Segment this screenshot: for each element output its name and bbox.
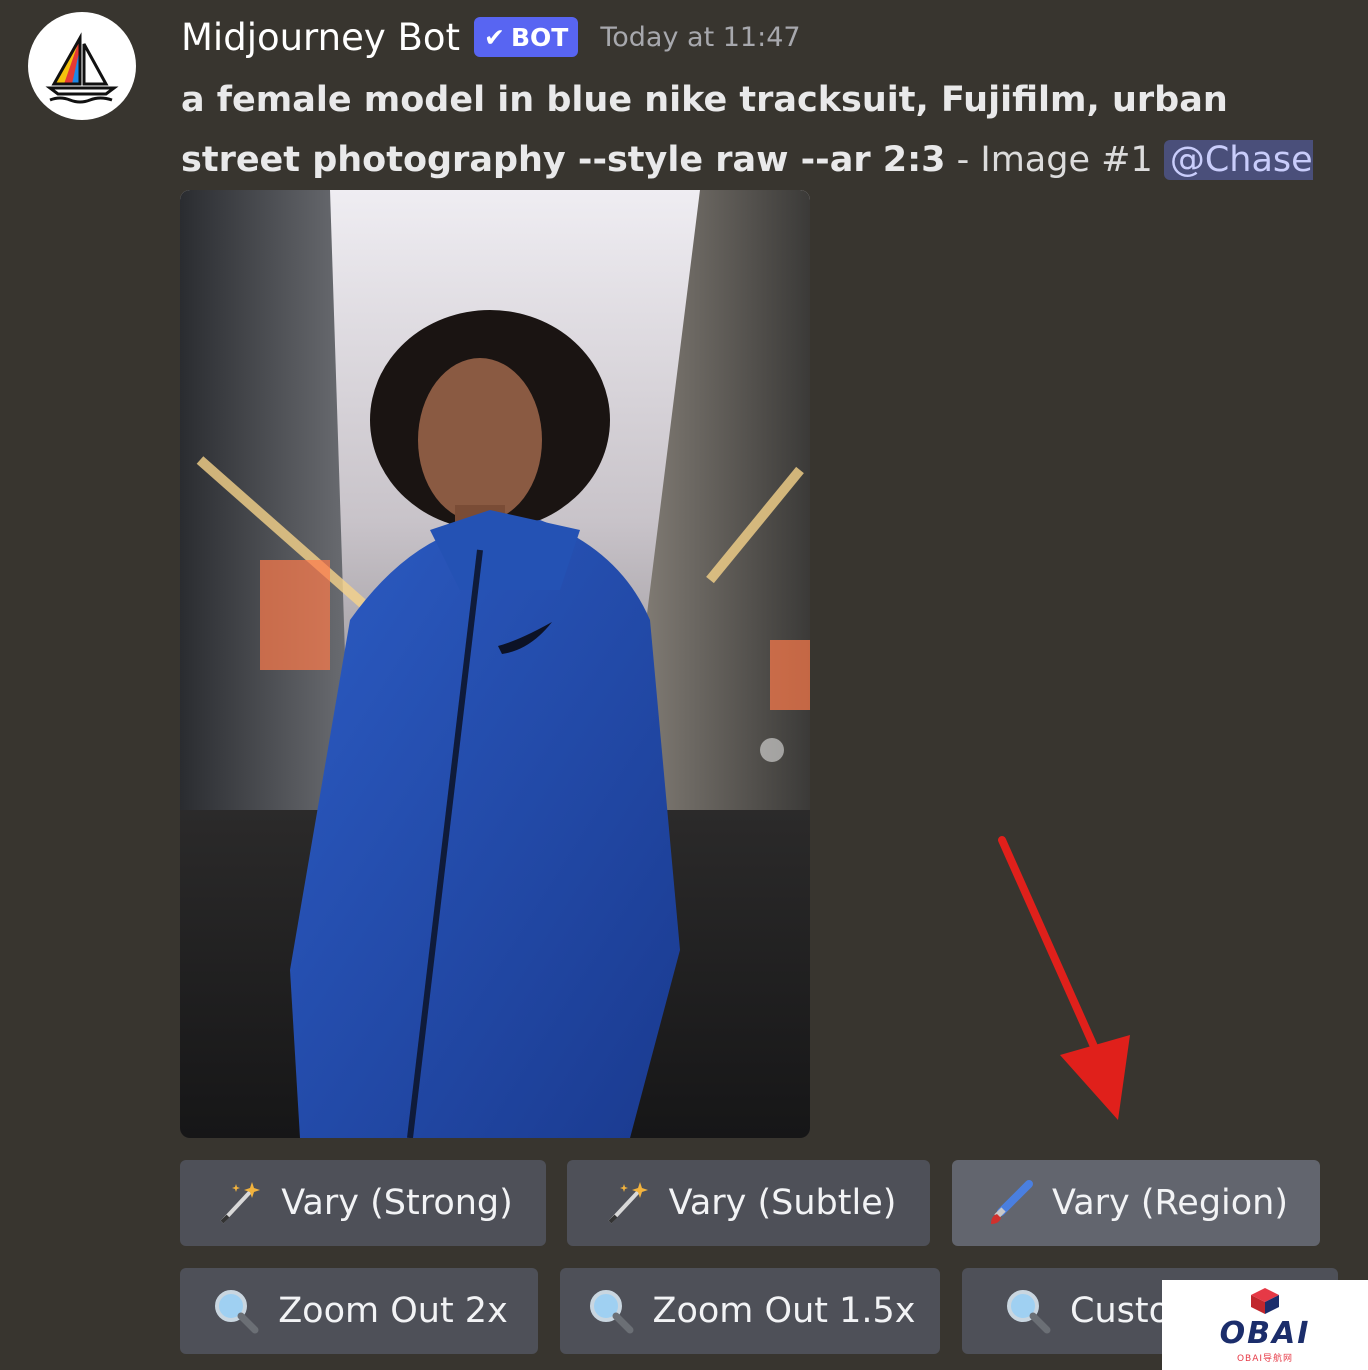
image-content [180, 190, 810, 1138]
vary-region-button[interactable]: Vary (Region) [952, 1160, 1320, 1246]
separator: - [945, 140, 981, 180]
custom-zoom-label: Custo [1070, 1291, 1170, 1331]
watermark-logo: OBAI [1219, 1316, 1311, 1351]
zoom-out-1-5x-button[interactable]: Zoom Out 1.5x [560, 1268, 940, 1354]
zoom-out-1-5x-label: Zoom Out 1.5x [652, 1291, 916, 1331]
vary-subtle-button[interactable]: Vary (Subtle) [567, 1160, 930, 1246]
magnifier-icon [210, 1285, 262, 1337]
magic-wand-icon [601, 1177, 653, 1229]
magic-wand-icon [213, 1177, 265, 1229]
bot-avatar[interactable] [28, 12, 136, 120]
watermark: OBAI OBAI导航网 [1162, 1280, 1368, 1370]
watermark-sub: OBAI导航网 [1236, 1354, 1294, 1364]
vary-region-label: Vary (Region) [1051, 1183, 1289, 1223]
cube-logo-icon [1251, 1288, 1279, 1314]
message-header: Midjourney Bot ✔ BOT Today at 11:47 [181, 14, 801, 60]
zoom-out-2x-button[interactable]: Zoom Out 2x [180, 1268, 538, 1354]
bot-badge: ✔ BOT [474, 17, 579, 57]
vary-strong-label: Vary (Strong) [281, 1183, 513, 1223]
sailboat-logo-icon [45, 32, 119, 104]
annotation-arrow [998, 836, 1130, 1120]
paintbrush-icon [984, 1177, 1036, 1229]
magnifier-icon [585, 1285, 637, 1337]
checkmark-icon: ✔ [484, 22, 505, 52]
generated-image[interactable] [180, 190, 810, 1138]
timestamp: Today at 11:47 [600, 21, 801, 53]
zoom-out-2x-label: Zoom Out 2x [278, 1291, 508, 1331]
vary-subtle-label: Vary (Subtle) [668, 1183, 897, 1223]
vary-strong-button[interactable]: Vary (Strong) [180, 1160, 546, 1246]
username[interactable]: Midjourney Bot [181, 16, 460, 59]
bot-badge-label: BOT [510, 22, 569, 52]
magnifier-icon [1002, 1285, 1054, 1337]
image-label: Image #1 [980, 140, 1153, 180]
